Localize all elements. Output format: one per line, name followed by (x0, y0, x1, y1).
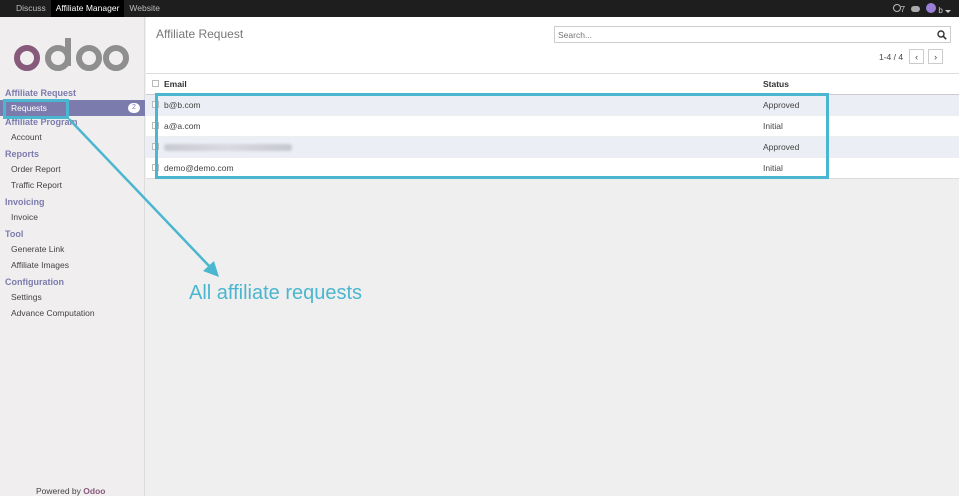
annotation-callout: All affiliate requests (189, 282, 363, 304)
annotation-arrow (68, 118, 219, 277)
